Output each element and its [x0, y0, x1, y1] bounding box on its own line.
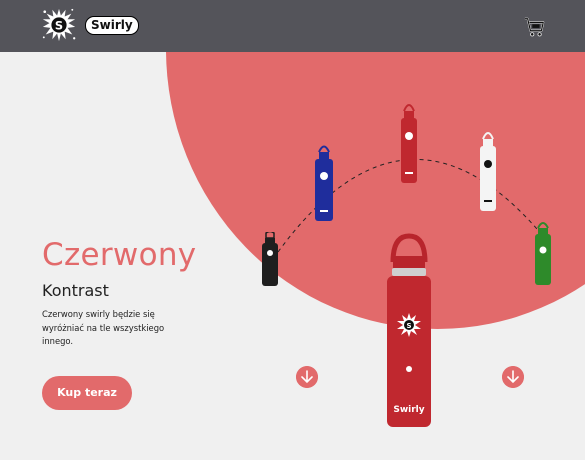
product-color-title: Czerwony: [42, 237, 197, 273]
shopping-cart-icon[interactable]: [524, 16, 546, 38]
site-header: S Swirly: [0, 0, 585, 52]
carousel-prev-button[interactable]: [296, 366, 318, 388]
svg-text:S: S: [406, 322, 411, 330]
bottle-green[interactable]: [532, 220, 554, 286]
product-description: Czerwony swirly będzie się wyróżniać na …: [42, 309, 165, 346]
hero-section: S Swirly Czerwony Kontrast Czerwony swir…: [0, 52, 585, 460]
carousel-next-button[interactable]: [502, 366, 524, 388]
splash-logo-icon[interactable]: S: [40, 6, 78, 44]
featured-bottle-red[interactable]: S Swirly: [384, 232, 434, 428]
bottle-black[interactable]: [259, 232, 281, 287]
bottle-blue[interactable]: [312, 144, 336, 222]
product-subtitle: Kontrast: [42, 281, 109, 300]
buy-now-button[interactable]: Kup teraz: [42, 376, 132, 410]
bottle-red-small[interactable]: [398, 102, 420, 184]
logo-letter: S: [55, 18, 63, 32]
bottle-white[interactable]: [477, 130, 499, 212]
brand-name[interactable]: Swirly: [85, 16, 139, 35]
bottle-brand-label: Swirly: [393, 405, 424, 415]
